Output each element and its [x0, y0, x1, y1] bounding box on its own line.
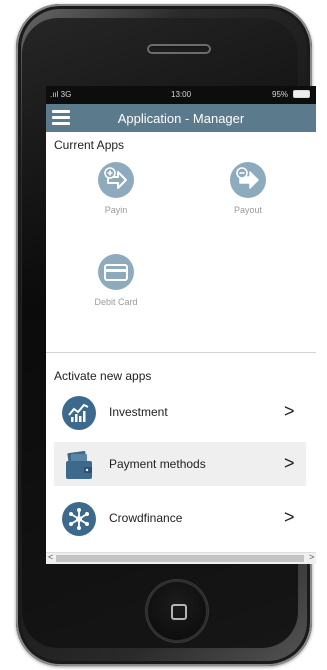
page-title: Application - Manager	[117, 111, 245, 126]
horizontal-scrollbar[interactable]: < >	[46, 552, 316, 564]
payout-arrow-icon	[230, 162, 266, 198]
payment-methods-label: Payment methods	[109, 457, 206, 471]
investment-label: Investment	[109, 405, 168, 419]
battery-percentage: 95%	[272, 90, 289, 99]
network-icon	[62, 502, 96, 536]
battery-icon	[293, 90, 310, 98]
phone-screen: .ııl 3G 13:00 95% Application - Manager …	[46, 86, 316, 564]
signal-indicator: .ııl 3G	[50, 90, 72, 99]
scroll-right-arrow[interactable]: >	[309, 552, 314, 562]
scrollbar-thumb[interactable]	[56, 555, 304, 562]
app-tile-payout[interactable]: Payout	[213, 162, 283, 215]
list-item-payment-methods[interactable]: Payment methods >	[54, 442, 306, 486]
app-tile-debit-card[interactable]: Debit Card	[81, 254, 151, 307]
list-item-crowdfinance[interactable]: Crowdfinance >	[54, 496, 306, 540]
chevron-right-icon: >	[284, 453, 295, 473]
payin-arrow-icon	[98, 162, 134, 198]
list-item-investment[interactable]: Investment >	[54, 390, 306, 434]
wallet-icon	[62, 448, 96, 482]
status-time: 13:00	[171, 90, 192, 99]
card-icon	[98, 254, 134, 290]
chevron-right-icon: >	[284, 401, 295, 421]
speaker-grille	[147, 44, 211, 54]
app-label-payin: Payin	[104, 205, 128, 215]
app-header: Application - Manager	[46, 104, 316, 132]
current-apps-heading: Current Apps	[54, 138, 125, 152]
crowdfinance-label: Crowdfinance	[109, 511, 183, 525]
chevron-right-icon: >	[284, 507, 295, 527]
chart-icon	[62, 396, 96, 430]
app-tile-payin[interactable]: Payin	[81, 162, 151, 215]
app-label-debit-card: Debit Card	[94, 297, 138, 307]
activate-apps-heading: Activate new apps	[54, 369, 152, 383]
scroll-left-arrow[interactable]: <	[48, 552, 53, 562]
home-button[interactable]	[146, 580, 208, 642]
home-square-icon	[171, 604, 187, 620]
section-divider	[46, 352, 316, 353]
status-bar: .ııl 3G 13:00 95%	[46, 86, 316, 104]
app-label-payout: Payout	[233, 205, 263, 215]
